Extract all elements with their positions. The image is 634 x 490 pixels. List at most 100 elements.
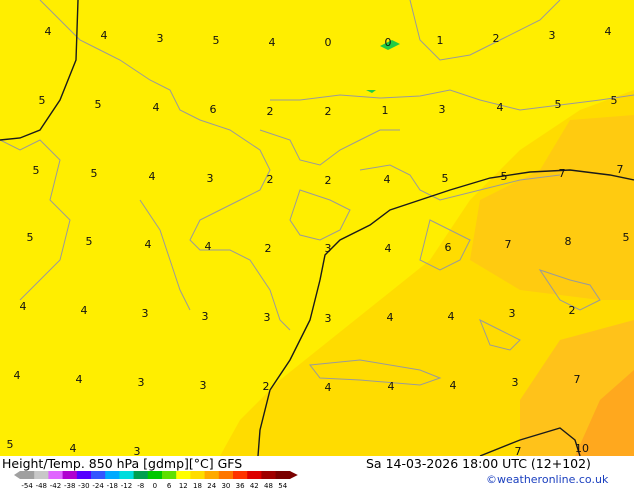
value-label: 5 (27, 231, 34, 244)
scale-box (119, 471, 135, 479)
value-label: 3 (142, 307, 149, 320)
footer: Height/Temp. 850 hPa [gdmp][°C] GFS Sa 1… (0, 456, 634, 490)
value-label: 8 (565, 235, 572, 248)
value-label: 2 (325, 174, 332, 187)
scale-tick-label: -24 (92, 482, 104, 489)
scale-tick-label: 54 (278, 482, 287, 489)
scale-box (133, 471, 149, 479)
value-label: 4 (497, 101, 504, 114)
value-label: 5 (442, 172, 449, 185)
value-label: 3 (325, 312, 332, 325)
value-label: 4 (325, 381, 332, 394)
value-label: 7 (515, 445, 522, 456)
scale-box (233, 471, 248, 479)
value-label: 0 (385, 36, 392, 49)
scale-box (147, 471, 163, 479)
scale-box (76, 471, 92, 479)
value-label: 1 (437, 34, 444, 47)
scale-tick-label: 6 (167, 482, 172, 489)
scale-box (190, 471, 206, 479)
value-label: 3 (509, 307, 516, 320)
value-label: 2 (267, 105, 274, 118)
value-label: 5 (611, 94, 618, 107)
scale-tick-label: 0 (153, 482, 157, 489)
value-label: 4 (81, 304, 88, 317)
scale-box (105, 471, 120, 479)
value-label: 2 (493, 32, 500, 45)
value-label: 3 (157, 32, 164, 45)
value-label: 2 (325, 105, 332, 118)
value-label: 3 (512, 376, 519, 389)
value-label: 4 (14, 369, 21, 382)
value-label: 2 (265, 242, 272, 255)
value-label: 1 (382, 104, 389, 117)
value-label: 10 (575, 442, 589, 455)
scale-box (275, 471, 291, 479)
value-label: 4 (101, 29, 108, 42)
scale-tick-label: -8 (137, 482, 144, 489)
value-label: 5 (95, 98, 102, 111)
scale-tick-label: 12 (179, 482, 188, 489)
value-label: 3 (325, 242, 332, 255)
scale-box (62, 471, 78, 479)
value-label: 2 (263, 380, 270, 393)
scale-box (218, 471, 234, 479)
value-label: 4 (385, 242, 392, 255)
value-label: 5 (91, 167, 98, 180)
value-label: 6 (210, 103, 217, 116)
value-label: 7 (505, 238, 512, 251)
weather-map: 4 4 3 5 4 0 0 1 2 3 4 5 5 4 6 2 2 1 3 4 5 5 5 5 4 3 2 2 4 5 5 7 7 5 5 4 4 2 3 4… (0, 0, 634, 456)
value-label: 3 (134, 445, 141, 456)
value-label: 4 (70, 442, 77, 455)
scale-tick-label: -42 (50, 482, 61, 489)
value-label: 7 (559, 167, 566, 180)
scale-box (247, 471, 262, 479)
value-label: 4 (205, 240, 212, 253)
value-label: 5 (39, 94, 46, 107)
scale-arrow-left (14, 471, 20, 479)
value-label: 0 (325, 36, 332, 49)
scale-tick-label: -30 (78, 482, 89, 489)
value-label: 5 (213, 34, 220, 47)
value-label: 4 (450, 379, 457, 392)
credit-link[interactable]: ©weatheronline.co.uk (486, 473, 608, 486)
scale-box (176, 471, 191, 479)
value-label: 6 (445, 241, 452, 254)
value-label: 7 (617, 163, 624, 176)
value-label: 4 (388, 380, 395, 393)
value-label: 3 (264, 311, 271, 324)
value-label: 5 (501, 170, 508, 183)
scale-tick-label: 24 (207, 482, 216, 489)
value-label: 4 (149, 170, 156, 183)
scale-box (91, 471, 106, 479)
value-label: 4 (387, 311, 394, 324)
value-label: 5 (623, 231, 630, 244)
scale-box (162, 471, 177, 479)
color-scale: -54 -48 -42 -38 -30 -24 -18 -12 -8 0 6 12 18 24 30 36 42… (14, 471, 298, 489)
value-label: 3 (200, 379, 207, 392)
value-label: 5 (33, 164, 40, 177)
value-label: 2 (569, 304, 576, 317)
scale-tick-label: -48 (36, 482, 47, 489)
value-label: 4 (448, 310, 455, 323)
scale-tick-label: 42 (250, 482, 259, 489)
scale-tick-label: 48 (264, 482, 273, 489)
value-label: 5 (7, 438, 14, 451)
scale-box (20, 471, 35, 479)
scale-tick-labels: -54 -48 -42 -38 -30 -24 -18 -12 -8 0 6 12 18 24 30 36 42… (21, 482, 287, 489)
value-label: 3 (439, 103, 446, 116)
map-title: Height/Temp. 850 hPa [gdmp][°C] GFS (2, 456, 243, 471)
value-label: 4 (145, 238, 152, 251)
value-label: 4 (76, 373, 83, 386)
scale-box (261, 471, 277, 479)
scale-tick-label: 30 (221, 482, 230, 489)
value-label: 4 (605, 25, 612, 38)
value-label: 3 (549, 29, 556, 42)
value-label: 2 (267, 173, 274, 186)
value-label: 4 (45, 25, 52, 38)
value-label: 7 (574, 373, 581, 386)
scale-box (48, 471, 64, 479)
scale-boxes (14, 471, 298, 479)
value-label: 4 (384, 173, 391, 186)
scale-tick-label: -54 (21, 482, 33, 489)
